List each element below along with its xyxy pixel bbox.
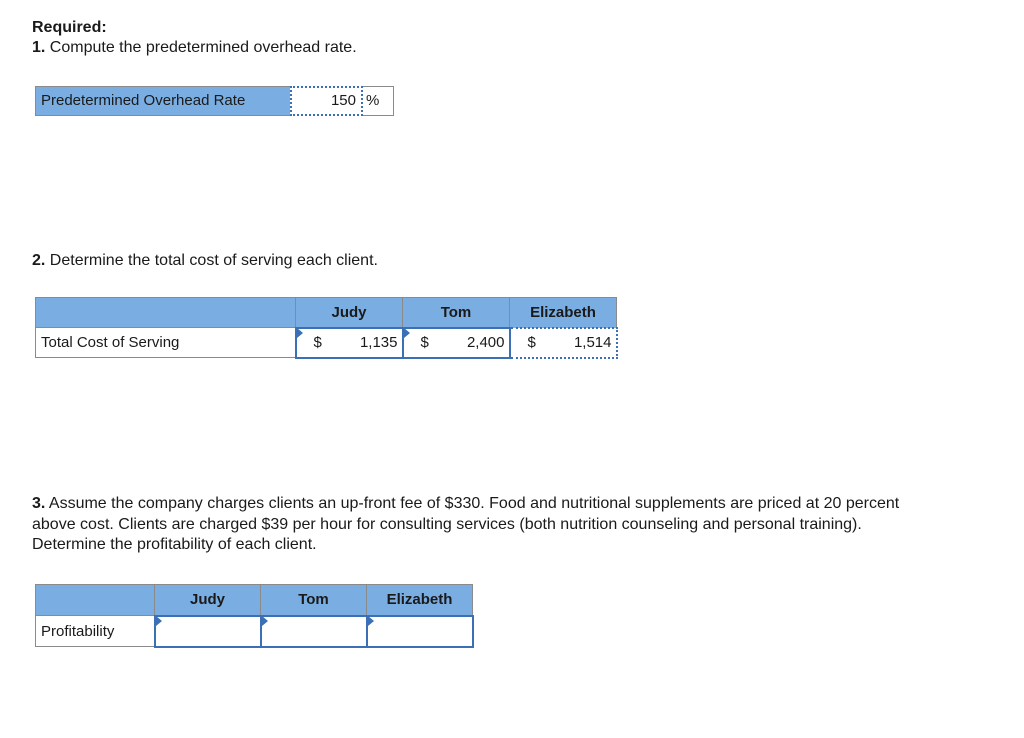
total-cost-elizabeth-input[interactable]: $ 1,514	[508, 326, 618, 359]
header-row: Judy Tom Elizabeth	[35, 584, 473, 616]
total-cost-tom-input[interactable]: $ 2,400	[401, 326, 511, 359]
table-row: Profitability	[35, 614, 474, 648]
currency-symbol: $	[527, 333, 536, 351]
input-marker-icon	[261, 615, 268, 626]
question-2: 2. Determine the total cost of serving e…	[32, 251, 378, 271]
total-cost-judy-value: 1,135	[359, 333, 398, 351]
question-2-text: Determine the total cost of serving each…	[49, 252, 378, 269]
column-header-tom: Tom	[260, 584, 367, 616]
profitability-table: Judy Tom Elizabeth Profitability	[35, 584, 474, 648]
row-label-total-cost: Total Cost of Serving	[35, 327, 296, 358]
input-marker-icon	[403, 327, 410, 338]
column-header-tom: Tom	[402, 297, 510, 328]
overhead-rate-label: Predetermined Overhead Rate	[35, 86, 290, 116]
question-1-text: Compute the predetermined overhead rate.	[49, 39, 357, 56]
column-header-judy: Judy	[295, 297, 403, 328]
currency-symbol: $	[313, 333, 322, 351]
profitability-tom-input[interactable]	[259, 614, 368, 648]
input-marker-icon	[155, 615, 162, 626]
row-label-profitability: Profitability	[35, 615, 155, 647]
header-blank	[35, 297, 296, 328]
column-header-elizabeth: Elizabeth	[509, 297, 617, 328]
question-3-line-3: Determine the profitability of each clie…	[32, 536, 317, 553]
table-row: Total Cost of Serving $ 1,135 $ 2,400 $ …	[35, 326, 618, 359]
question-3: 3. Assume the company charges clients an…	[32, 494, 1002, 556]
input-marker-icon	[296, 327, 303, 338]
percent-unit: %	[363, 86, 394, 116]
question-3-line-1: 3. Assume the company charges clients an…	[32, 494, 1002, 515]
currency-symbol: $	[420, 333, 429, 351]
question-2-number: 2.	[32, 252, 46, 269]
header-blank	[35, 584, 155, 616]
input-marker-icon	[367, 615, 374, 626]
profitability-elizabeth-input[interactable]	[365, 614, 474, 648]
column-header-elizabeth: Elizabeth	[366, 584, 473, 616]
question-3-line-2: above cost. Clients are charged $39 per …	[32, 515, 862, 533]
overhead-rate-input[interactable]: 150	[290, 86, 363, 116]
required-heading: Required:	[32, 19, 107, 36]
question-1-number: 1.	[32, 39, 46, 56]
header-row: Judy Tom Elizabeth	[35, 297, 617, 328]
total-cost-table: Judy Tom Elizabeth Total Cost of Serving…	[35, 297, 618, 359]
question-3-text-1: Assume the company charges clients an up…	[48, 495, 900, 512]
total-cost-elizabeth-value: 1,514	[573, 333, 612, 351]
total-cost-judy-input[interactable]: $ 1,135	[294, 326, 404, 359]
question-1: 1. Compute the predetermined overhead ra…	[32, 38, 357, 58]
question-3-number: 3.	[32, 495, 46, 512]
total-cost-tom-value: 2,400	[466, 333, 505, 351]
profitability-judy-input[interactable]	[153, 614, 262, 648]
column-header-judy: Judy	[154, 584, 261, 616]
